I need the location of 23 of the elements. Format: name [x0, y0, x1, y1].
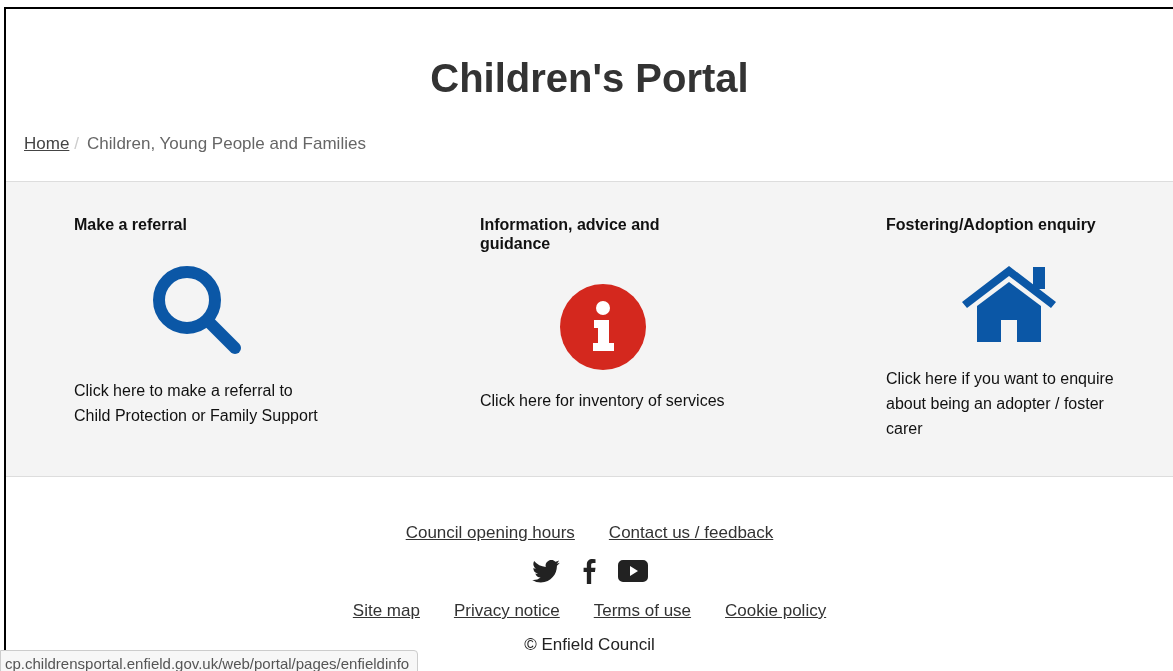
tile-description: Click here for inventory of services [480, 391, 726, 411]
footer-link[interactable]: Council opening hours [405, 523, 575, 543]
facebook-icon[interactable] [581, 558, 596, 584]
footer-link[interactable]: Site map [352, 601, 420, 621]
twitter-icon[interactable] [531, 559, 560, 583]
info-icon [559, 284, 646, 370]
youtube-icon[interactable] [617, 560, 648, 582]
breadcrumb-separator: / [74, 134, 80, 153]
page-title: Children's Portal [429, 55, 750, 102]
copyright-text: © Enfield Council [523, 635, 656, 655]
footer-link[interactable]: Cookie policy [725, 601, 827, 621]
footer-link[interactable]: Privacy notice [453, 601, 560, 621]
status-bar-url: cp.childrensportal.enfield.gov.uk/web/portal/pages/enfieldinfo [0, 649, 419, 671]
tile-heading[interactable]: Fostering/Adoption enquiry [886, 215, 1126, 234]
tile-heading[interactable]: Information, advice and guidance [480, 215, 720, 253]
footer-link[interactable]: Terms of use [593, 601, 692, 621]
tile-description: Click here to make a referral to Child Protection or Family Support [74, 381, 319, 426]
tile-description: Click here if you want to enquire about being an adopter / foster carer [886, 369, 1115, 439]
breadcrumb-current: Children, Young People and Families [87, 134, 366, 153]
tile-heading[interactable]: Make a referral [74, 215, 314, 234]
footer-link[interactable]: Contact us / feedback [608, 523, 774, 543]
breadcrumb-link[interactable]: Home [24, 134, 70, 153]
search-icon [150, 264, 243, 356]
